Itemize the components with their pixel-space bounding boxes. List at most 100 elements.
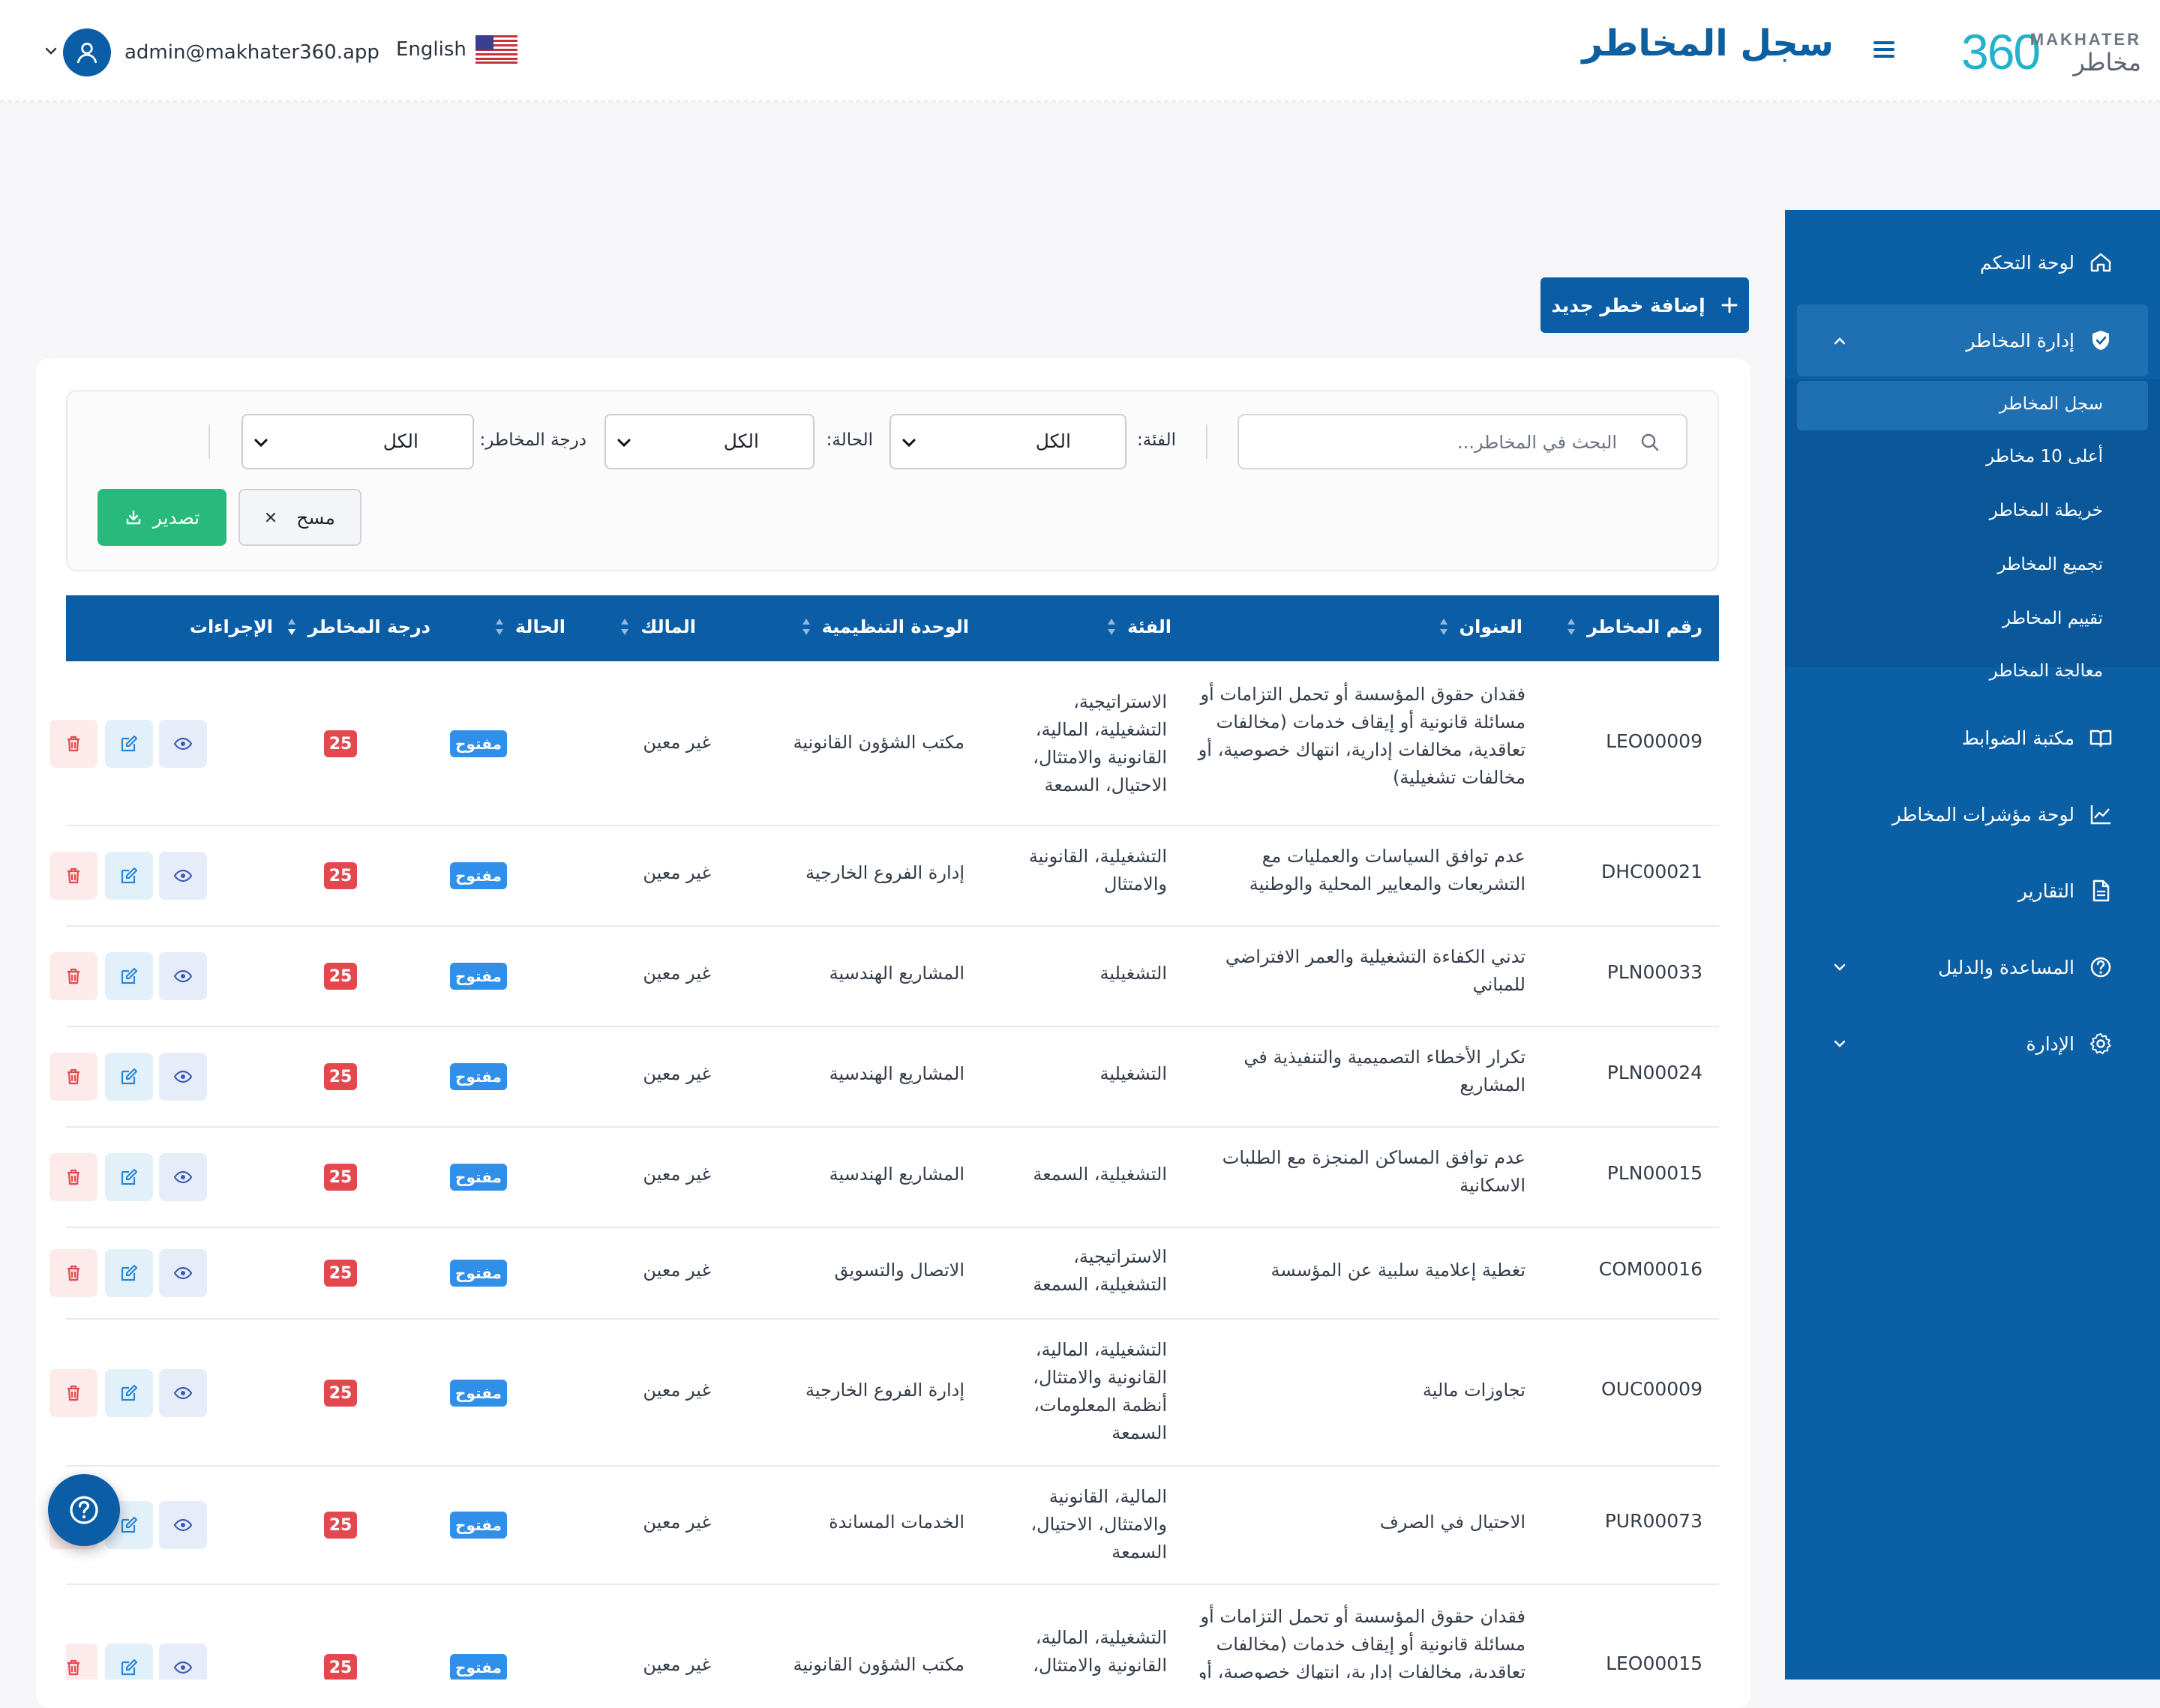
col-header-risk-id[interactable]: رقم المخاطر — [1566, 616, 1702, 637]
user-menu[interactable]: admin@makhater360.app — [44, 28, 380, 76]
language-switcher[interactable]: English — [396, 34, 518, 64]
delete-button[interactable] — [50, 1249, 98, 1297]
edit-button[interactable] — [105, 852, 153, 900]
col-header-risk-score[interactable]: درجة المخاطر — [286, 616, 430, 637]
user-email: admin@makhater360.app — [124, 41, 380, 64]
delete-button[interactable] — [50, 852, 98, 900]
delete-button[interactable] — [50, 1053, 98, 1101]
sidebar-item-label: لوحة مؤشرات المخاطر — [1892, 803, 2074, 826]
logo-arabic-text: مخاطر — [2073, 48, 2141, 76]
score-badge: 25 — [324, 1063, 357, 1090]
sidebar: لوحة التحكم إدارة المخاطر سجل المخاطر أع… — [1785, 210, 2160, 1680]
delete-button[interactable] — [50, 1153, 98, 1201]
category-filter-label: الفئة: — [1136, 430, 1176, 450]
table-row[interactable]: LEO00015 فقدان حقوق المؤسسة أو تحمل التز… — [66, 1584, 1719, 1680]
risk-id[interactable]: DHC00021 — [1601, 861, 1702, 882]
table-row[interactable]: LEO00009 فقدان حقوق المؤسسة أو تحمل التز… — [50, 661, 1719, 826]
edit-button[interactable] — [105, 1053, 153, 1101]
risk-owner: غير معين — [643, 1164, 711, 1185]
submenu-top-10-risks[interactable]: أعلى 10 مخاطر — [1986, 447, 2103, 466]
org-unit: مكتب الشؤون القانونية — [793, 732, 964, 753]
view-button[interactable] — [159, 1153, 207, 1201]
risk-id[interactable]: LEO00015 — [1606, 1653, 1702, 1674]
col-header-status[interactable]: الحالة — [494, 616, 566, 637]
sort-icon — [1568, 619, 1576, 635]
sidebar-item-dashboard[interactable]: لوحة التحكم — [1980, 247, 2114, 277]
menu-toggle-icon[interactable] — [1869, 34, 1899, 64]
risk-id[interactable]: COM00016 — [1599, 1258, 1702, 1280]
org-unit: المشاريع الهندسية — [829, 1063, 964, 1084]
sidebar-item-controls-library[interactable]: مكتبة الضوابط — [1962, 723, 2114, 753]
edit-button[interactable] — [105, 720, 153, 768]
submenu-risk-treatment[interactable]: معالجة المخاطر — [1990, 661, 2103, 681]
edit-button[interactable] — [105, 952, 153, 1000]
edit-button[interactable] — [105, 1249, 153, 1297]
table-row[interactable]: OUC00009 تجاوزات مالية التشغيلية، المالي… — [50, 1318, 1719, 1467]
risk-id[interactable]: PLN00024 — [1607, 1062, 1702, 1083]
delete-button[interactable] — [50, 1369, 98, 1417]
sidebar-item-label: إدارة المخاطر — [1966, 329, 2074, 352]
category-select[interactable]: الكل — [890, 414, 1126, 469]
risk-id[interactable]: OUC00009 — [1601, 1378, 1702, 1400]
table-row[interactable]: DHC00021 عدم توافق السياسات والعمليات مع… — [50, 825, 1719, 927]
table-row[interactable]: COM00016 تغطية إعلامية سلبية عن المؤسسة … — [50, 1227, 1719, 1320]
risk-owner: غير معين — [643, 1380, 711, 1401]
risk-id[interactable]: PUR00073 — [1605, 1510, 1702, 1532]
table-row[interactable]: PLN00033 تدني الكفاءة التشغيلية والعمر ا… — [50, 925, 1719, 1027]
search-box[interactable] — [1238, 414, 1688, 469]
export-button[interactable]: تصدير — [98, 489, 226, 546]
view-button[interactable] — [159, 1053, 207, 1101]
sidebar-item-administration[interactable]: الإدارة — [2026, 1029, 2114, 1059]
view-button[interactable] — [159, 1369, 207, 1417]
sidebar-item-risk-management[interactable]: إدارة المخاطر — [1966, 325, 2114, 355]
view-button[interactable] — [159, 1501, 207, 1549]
risk-id[interactable]: LEO00009 — [1606, 730, 1702, 752]
col-header-org-unit[interactable]: الوحدة التنظيمية — [801, 616, 969, 637]
floating-help-button[interactable] — [48, 1474, 120, 1546]
clear-filters-button[interactable]: مسح — [238, 489, 362, 546]
status-badge: مفتوح — [450, 963, 507, 990]
submenu-risk-register[interactable]: سجل المخاطر — [2000, 394, 2103, 414]
chevron-down-icon[interactable] — [1832, 959, 1848, 975]
status-select[interactable]: الكل — [604, 414, 814, 469]
view-button[interactable] — [159, 720, 207, 768]
add-risk-button[interactable]: إضافة خطر جديد — [1540, 277, 1749, 333]
chevron-up-icon[interactable] — [1832, 333, 1848, 349]
col-header-title[interactable]: العنوان — [1438, 616, 1522, 637]
trash-icon — [68, 736, 80, 752]
chevron-down-icon[interactable] — [1832, 1035, 1848, 1052]
table-row[interactable]: PUR00073 الاحتيال في الصرف المالية، القا… — [50, 1465, 1719, 1585]
risk-id[interactable]: PLN00033 — [1607, 961, 1702, 983]
view-button[interactable] — [159, 852, 207, 900]
risk-id[interactable]: PLN00015 — [1607, 1162, 1702, 1184]
search-input[interactable] — [1270, 415, 1618, 469]
risk-level-select[interactable]: الكل — [242, 414, 474, 469]
table-row[interactable]: PLN00024 تكرار الأخطاء التصميمية والتنفي… — [50, 1026, 1719, 1128]
delete-button[interactable] — [66, 1644, 98, 1680]
submenu-risk-map[interactable]: خريطة المخاطر — [1990, 501, 2103, 520]
chevron-down-icon[interactable] — [44, 43, 58, 58]
view-button[interactable] — [159, 1249, 207, 1297]
delete-button[interactable] — [50, 952, 98, 1000]
submenu-risk-assessment[interactable]: تقييم المخاطر — [2002, 609, 2103, 628]
view-button[interactable] — [159, 952, 207, 1000]
status-select-value: الكل — [723, 430, 759, 452]
edit-icon — [121, 1384, 138, 1401]
app-logo[interactable]: 360 MAKHATER مخاطر — [1961, 25, 2141, 78]
edit-icon — [121, 1264, 138, 1281]
edit-button[interactable] — [105, 1644, 153, 1680]
download-icon — [124, 508, 142, 526]
risk-owner: غير معين — [643, 1063, 711, 1084]
sidebar-item-reports[interactable]: التقارير — [2018, 876, 2114, 906]
submenu-risk-aggregation[interactable]: تجميع المخاطر — [1997, 555, 2103, 574]
delete-button[interactable] — [50, 720, 98, 768]
sidebar-item-risk-indicators[interactable]: لوحة مؤشرات المخاطر — [1892, 799, 2114, 829]
edit-button[interactable] — [105, 1153, 153, 1201]
us-flag-icon — [475, 35, 518, 64]
col-header-category[interactable]: الفئة — [1106, 616, 1172, 637]
sidebar-item-help[interactable]: المساعدة والدليل — [1938, 952, 2114, 982]
view-button[interactable] — [159, 1644, 207, 1680]
table-row[interactable]: PLN00015 عدم توافق المساكن المنجزة مع ال… — [50, 1126, 1719, 1228]
edit-button[interactable] — [105, 1369, 153, 1417]
col-header-owner[interactable]: المالك — [620, 616, 696, 637]
